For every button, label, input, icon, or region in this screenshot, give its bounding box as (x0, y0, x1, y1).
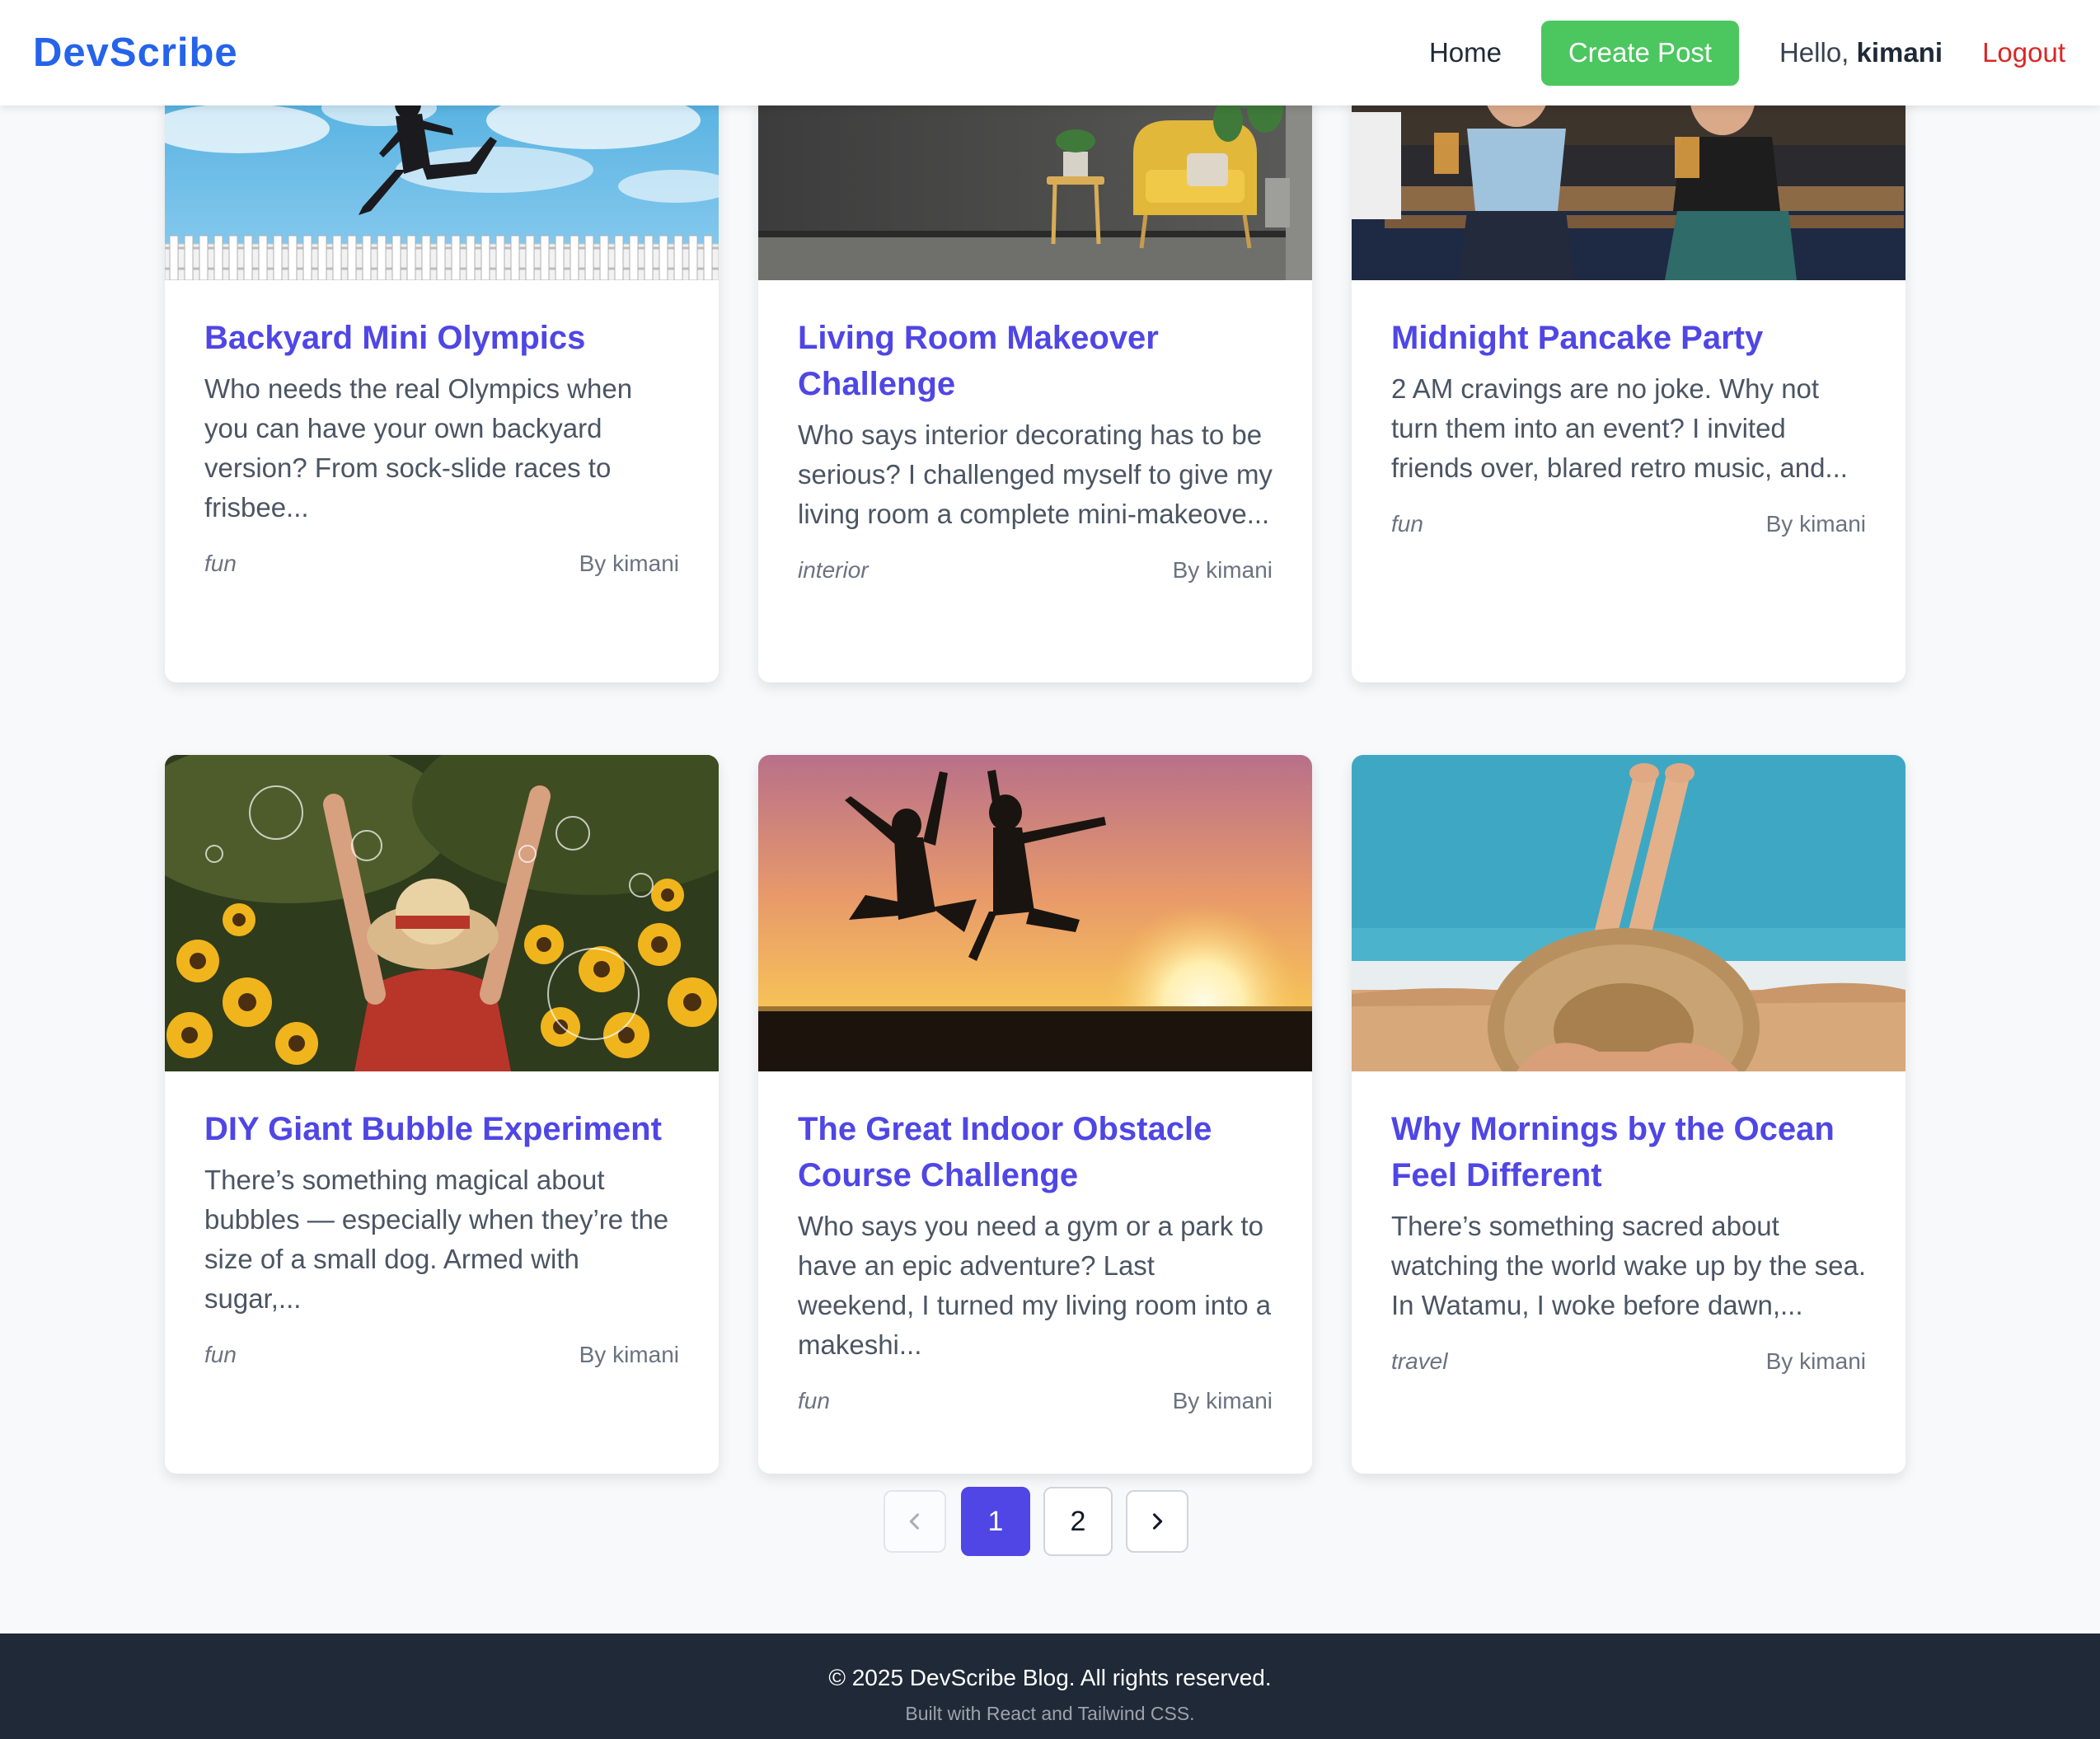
post-title[interactable]: Living Room Makeover Challenge (798, 315, 1273, 407)
post-meta: interior By kimani (798, 557, 1273, 584)
post-excerpt: There’s something magical about bubbles … (204, 1165, 669, 1314)
post-meta: fun By kimani (1391, 511, 1866, 537)
prev-page-button[interactable] (884, 1490, 946, 1553)
chevron-left-icon (909, 1513, 920, 1530)
post-tag: travel (1391, 1348, 1448, 1374)
brand-logo[interactable]: DevScribe (33, 30, 238, 76)
post-tag: fun (204, 551, 237, 576)
card-body: Why Mornings by the Ocean Feel Different… (1391, 1106, 1866, 1375)
chevron-right-icon (1152, 1513, 1163, 1530)
post-author: By kimani (579, 1342, 679, 1367)
pagination: 1 2 (884, 1487, 1188, 1556)
card-body: Backyard Mini Olympics Who needs the rea… (204, 315, 679, 577)
post-tag: fun (1391, 511, 1423, 537)
post-image-ocean-morning (1352, 755, 1905, 1071)
post-meta: fun By kimani (798, 1388, 1273, 1414)
post-tag: fun (798, 1388, 830, 1413)
footer-copyright: © 2025 DevScribe Blog. All rights reserv… (828, 1665, 1272, 1690)
post-card[interactable]: Why Mornings by the Ocean Feel Different… (1352, 755, 1905, 1474)
post-author: By kimani (1765, 1348, 1866, 1374)
post-meta: fun By kimani (204, 551, 679, 577)
page-button-1[interactable]: 1 (961, 1487, 1030, 1556)
post-excerpt: 2 AM cravings are no joke. Why not turn … (1391, 373, 1848, 483)
post-tag: fun (204, 1342, 237, 1367)
post-tag: interior (798, 557, 869, 583)
next-page-button[interactable] (1126, 1490, 1188, 1553)
username: kimani (1856, 37, 1943, 68)
post-image-obstacle-course (758, 755, 1312, 1071)
post-title[interactable]: DIY Giant Bubble Experiment (204, 1106, 679, 1152)
footer: © 2025 DevScribe Blog. All rights reserv… (0, 1634, 2100, 1739)
post-title[interactable]: The Great Indoor Obstacle Course Challen… (798, 1106, 1273, 1198)
nav-menu: Home Create Post Hello, kimani Logout (1429, 20, 2065, 86)
post-author: By kimani (1172, 557, 1273, 583)
post-card[interactable]: DIY Giant Bubble Experiment There’s some… (165, 755, 719, 1474)
card-body: DIY Giant Bubble Experiment There’s some… (204, 1106, 679, 1368)
post-title[interactable]: Midnight Pancake Party (1391, 315, 1866, 361)
post-author: By kimani (1765, 511, 1866, 537)
post-author: By kimani (1172, 1388, 1273, 1413)
post-meta: fun By kimani (204, 1342, 679, 1368)
greeting-prefix: Hello, (1779, 37, 1857, 68)
post-author: By kimani (579, 551, 679, 576)
post-title[interactable]: Backyard Mini Olympics (204, 315, 679, 361)
logout-link[interactable]: Logout (1982, 37, 2065, 68)
post-excerpt: There’s something sacred about watching … (1391, 1211, 1867, 1320)
card-body: Midnight Pancake Party 2 AM cravings are… (1391, 315, 1866, 537)
nav-home-link[interactable]: Home (1429, 37, 1502, 68)
page-button-2[interactable]: 2 (1043, 1487, 1113, 1556)
card-body: Living Room Makeover Challenge Who says … (798, 315, 1273, 584)
footer-built-with: Built with React and Tailwind CSS. (905, 1703, 1195, 1724)
greeting: Hello, kimani (1779, 37, 1943, 68)
post-meta: travel By kimani (1391, 1348, 1866, 1375)
post-image-bubbles (165, 755, 719, 1071)
post-excerpt: Who says you need a gym or a park to hav… (798, 1211, 1272, 1360)
post-excerpt: Who says interior decorating has to be s… (798, 420, 1273, 529)
card-body: The Great Indoor Obstacle Course Challen… (798, 1106, 1273, 1414)
post-card[interactable]: The Great Indoor Obstacle Course Challen… (758, 755, 1312, 1474)
post-excerpt: Who needs the real Olympics when you can… (204, 373, 633, 523)
post-title[interactable]: Why Mornings by the Ocean Feel Different (1391, 1106, 1866, 1198)
navbar: DevScribe Home Create Post Hello, kimani… (0, 0, 2100, 105)
create-post-button[interactable]: Create Post (1540, 20, 1739, 86)
